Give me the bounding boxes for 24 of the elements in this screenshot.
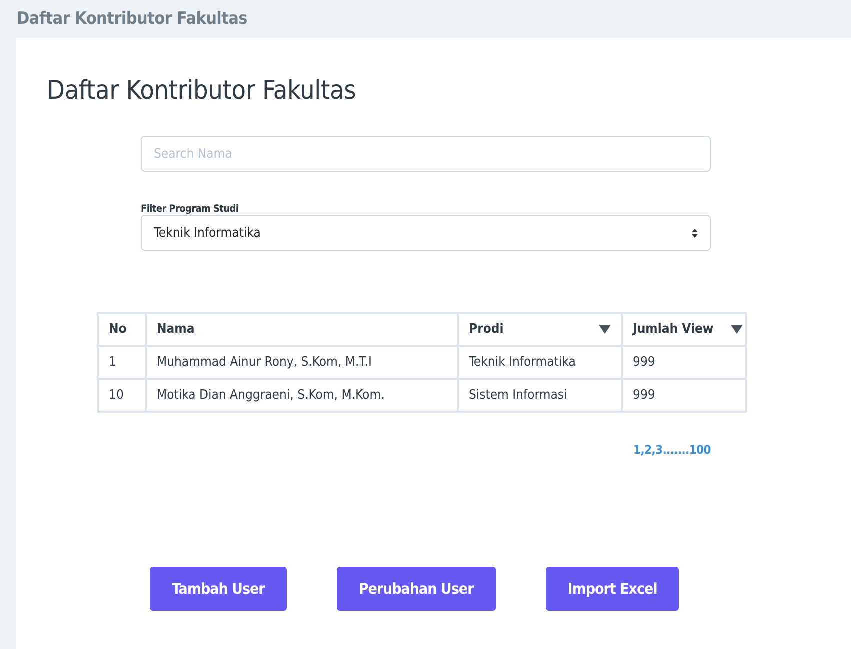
- table-cell: 10: [98, 379, 146, 412]
- table-cell: 1: [98, 346, 146, 379]
- table-cell: Muhammad Ainur Rony, S.Kom, M.T.I: [146, 346, 458, 379]
- page-heading: Daftar Kontributor Fakultas: [47, 76, 358, 106]
- sort-icon[interactable]: [731, 325, 743, 334]
- table-cell: 999: [622, 379, 746, 412]
- column-header: Nama: [146, 313, 458, 346]
- action-button[interactable]: Perubahan User: [336, 567, 496, 611]
- pagination-link[interactable]: 1,2,3.......100: [634, 443, 711, 457]
- column-header[interactable]: Prodi: [458, 313, 622, 346]
- action-button[interactable]: Import Excel: [546, 567, 680, 611]
- column-header: No: [98, 313, 146, 346]
- sort-icon[interactable]: [599, 325, 611, 334]
- filter-label: Filter Program Studi: [141, 204, 240, 215]
- table-cell: Sistem Informasi: [458, 379, 622, 412]
- search-field[interactable]: Search Nama: [141, 136, 711, 172]
- select-arrows-icon: [692, 228, 698, 238]
- action-button[interactable]: Tambah User: [150, 567, 287, 611]
- program-select[interactable]: Teknik Informatika: [141, 215, 711, 251]
- table-cell: Motika Dian Anggraeni, S.Kom, M.Kom.: [146, 379, 458, 412]
- page-title: Daftar Kontributor Fakultas: [17, 9, 248, 29]
- table-cell: Teknik Informatika: [458, 346, 622, 379]
- column-header[interactable]: Jumlah View: [622, 313, 746, 346]
- table-cell: 999: [622, 346, 746, 379]
